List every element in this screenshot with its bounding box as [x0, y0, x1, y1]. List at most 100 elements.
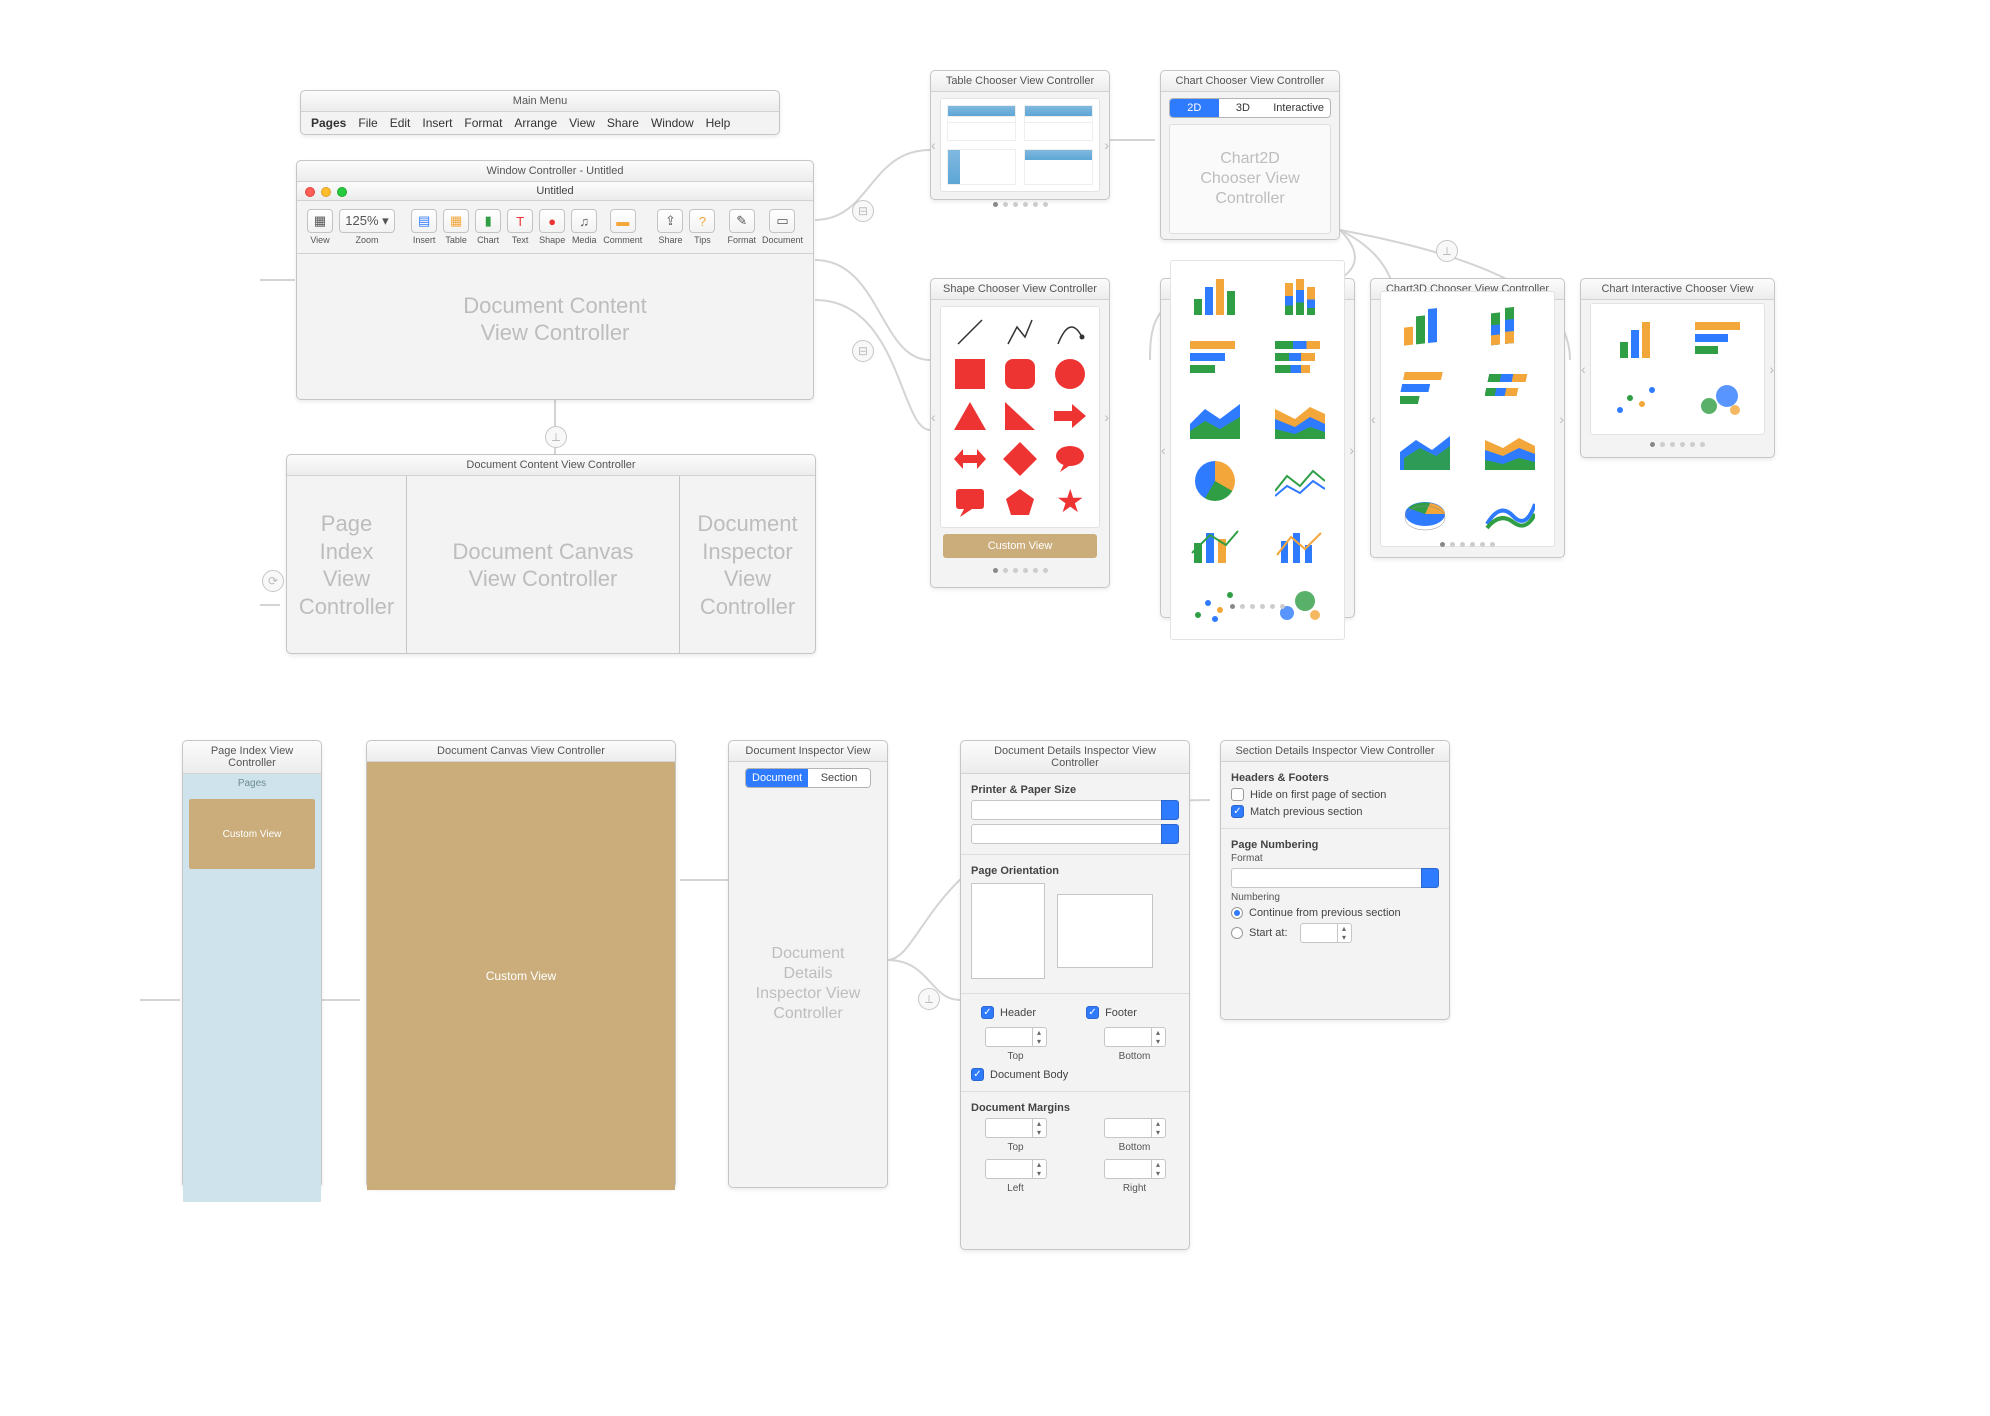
dropdown-icon[interactable]: [1421, 868, 1439, 888]
prev-icon[interactable]: ‹: [1581, 361, 1586, 377]
hbar-chart[interactable]: [1177, 333, 1253, 381]
stacked-hbar3d-chart[interactable]: [1473, 364, 1549, 412]
seg-section[interactable]: Section: [808, 769, 870, 787]
prev-icon[interactable]: ‹: [1161, 442, 1166, 458]
minimize-icon[interactable]: [321, 187, 331, 197]
document-icon[interactable]: ▭: [769, 209, 795, 233]
line3d-chart[interactable]: [1473, 488, 1549, 536]
menu-view[interactable]: View: [569, 116, 595, 130]
double-arrow-shape[interactable]: [951, 443, 989, 475]
pie3d-chart[interactable]: [1387, 488, 1463, 536]
stacked-hbar-chart[interactable]: [1263, 333, 1339, 381]
table-style-4[interactable]: [1024, 149, 1093, 185]
maximize-icon[interactable]: [337, 187, 347, 197]
interactive-scatter[interactable]: [1597, 376, 1673, 424]
two-axis-chart[interactable]: [1263, 519, 1339, 567]
pentagon-shape[interactable]: [1001, 487, 1039, 517]
tips-icon[interactable]: ?: [689, 209, 715, 233]
continue-radio[interactable]: [1231, 907, 1243, 919]
menu-file[interactable]: File: [358, 116, 377, 130]
menu-help[interactable]: Help: [706, 116, 731, 130]
prev-icon[interactable]: ‹: [931, 137, 936, 153]
rounded-square-shape[interactable]: [1005, 359, 1035, 389]
table-style-2[interactable]: [1024, 105, 1093, 141]
menu-edit[interactable]: Edit: [390, 116, 411, 130]
portrait-option[interactable]: [971, 883, 1045, 979]
circle-shape[interactable]: [1055, 359, 1085, 389]
landscape-option[interactable]: [1057, 894, 1153, 968]
menu-format[interactable]: Format: [464, 116, 502, 130]
next-icon[interactable]: ›: [1349, 442, 1354, 458]
menu-arrange[interactable]: Arrange: [514, 116, 557, 130]
chart-icon[interactable]: ▮: [475, 209, 501, 233]
shape-custom-view[interactable]: Custom View: [943, 534, 1097, 558]
text-icon[interactable]: T: [507, 209, 533, 233]
triangle-shape[interactable]: [954, 402, 986, 430]
line-chart[interactable]: [1263, 457, 1339, 505]
shape-icon[interactable]: ●: [539, 209, 565, 233]
stacked-bar3d-chart[interactable]: [1473, 302, 1549, 350]
interactive-hbar[interactable]: [1683, 314, 1759, 362]
next-icon[interactable]: ›: [1104, 409, 1109, 425]
chart-dimension-segmented[interactable]: 2D 3D Interactive: [1169, 98, 1331, 118]
seg-interactive[interactable]: Interactive: [1267, 99, 1330, 117]
margin-right-stepper[interactable]: ▴▾: [1104, 1159, 1166, 1179]
header-top-stepper[interactable]: ▴▾: [985, 1027, 1047, 1047]
format-icon[interactable]: ✎: [729, 209, 755, 233]
mixed-chart[interactable]: [1177, 519, 1253, 567]
menu-window[interactable]: Window: [651, 116, 694, 130]
interactive-bar[interactable]: [1597, 314, 1673, 362]
footer-bottom-stepper[interactable]: ▴▾: [1104, 1027, 1166, 1047]
square-shape[interactable]: [955, 359, 985, 389]
media-icon[interactable]: ♫: [571, 209, 597, 233]
area-chart[interactable]: [1177, 395, 1253, 443]
margin-top-stepper[interactable]: ▴▾: [985, 1118, 1047, 1138]
speech-bubble-shape[interactable]: [1051, 443, 1089, 475]
arrow-shape[interactable]: [1051, 401, 1089, 431]
inspector-segmented[interactable]: Document Section: [745, 768, 871, 788]
start-at-stepper[interactable]: ▴▾: [1300, 923, 1352, 943]
share-icon[interactable]: ⇪: [657, 209, 683, 233]
polyline-shape[interactable]: [1005, 317, 1035, 347]
star-shape[interactable]: ★: [1051, 487, 1089, 517]
pie-chart[interactable]: [1177, 457, 1253, 505]
dropdown-icon[interactable]: [1161, 824, 1179, 844]
comment-icon[interactable]: ▬: [610, 209, 636, 233]
line-shape[interactable]: [955, 317, 985, 347]
table-style-1[interactable]: [947, 105, 1016, 141]
dropdown-icon[interactable]: [1161, 800, 1179, 820]
printer-select[interactable]: [971, 800, 1164, 820]
menu-pages[interactable]: Pages: [311, 116, 346, 130]
next-icon[interactable]: ›: [1104, 137, 1109, 153]
stacked-area3d-chart[interactable]: [1473, 426, 1549, 474]
interactive-bubble[interactable]: [1683, 376, 1759, 424]
curve-shape[interactable]: [1055, 317, 1085, 347]
stacked-area-chart[interactable]: [1263, 395, 1339, 443]
seg-document[interactable]: Document: [746, 769, 808, 787]
paper-size-select[interactable]: [971, 824, 1164, 844]
hbar3d-chart[interactable]: [1387, 364, 1463, 412]
seg-3d[interactable]: 3D: [1219, 99, 1268, 117]
margin-left-stepper[interactable]: ▴▾: [985, 1159, 1047, 1179]
prev-icon[interactable]: ‹: [1371, 411, 1376, 427]
zoom-select[interactable]: 125% ▾: [339, 209, 395, 233]
callout-shape[interactable]: [951, 487, 989, 517]
area3d-chart[interactable]: [1387, 426, 1463, 474]
insert-icon[interactable]: ▤: [411, 209, 437, 233]
close-icon[interactable]: [305, 187, 315, 197]
stacked-bar-chart[interactable]: [1263, 271, 1339, 319]
footer-checkbox[interactable]: ✓: [1086, 1006, 1099, 1019]
right-triangle-shape[interactable]: [1005, 402, 1035, 430]
menu-insert[interactable]: Insert: [422, 116, 452, 130]
match-previous-checkbox[interactable]: ✓: [1231, 805, 1244, 818]
table-style-3[interactable]: [947, 149, 1016, 185]
seg-2d[interactable]: 2D: [1170, 99, 1219, 117]
bar3d-chart[interactable]: [1387, 302, 1463, 350]
diamond-shape[interactable]: [1003, 442, 1037, 476]
table-icon[interactable]: ▦: [443, 209, 469, 233]
bar-chart[interactable]: [1177, 271, 1253, 319]
margin-bottom-stepper[interactable]: ▴▾: [1104, 1118, 1166, 1138]
next-icon[interactable]: ›: [1559, 411, 1564, 427]
start-at-radio[interactable]: [1231, 927, 1243, 939]
document-body-checkbox[interactable]: ✓: [971, 1068, 984, 1081]
